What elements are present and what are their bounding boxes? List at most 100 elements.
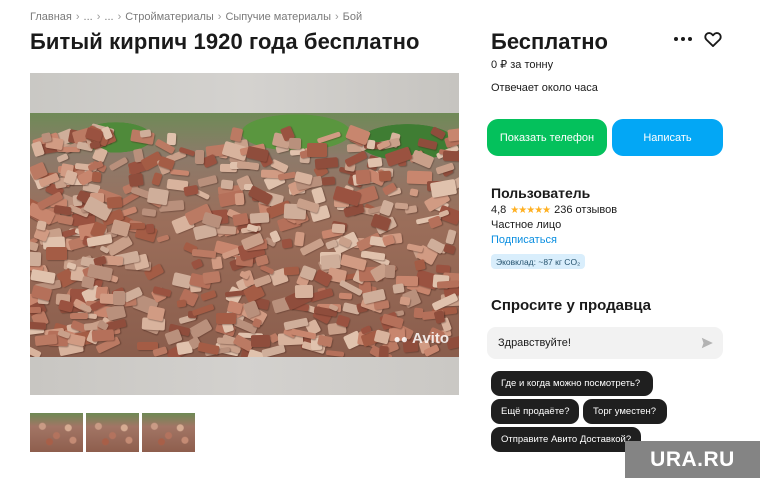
heart-icon[interactable]	[703, 29, 723, 49]
brick-fragment	[108, 157, 128, 172]
brick-fragment	[378, 345, 389, 357]
brick-fragment	[191, 303, 215, 317]
seller-name[interactable]: Пользователь	[491, 185, 590, 201]
brick-fragment	[202, 270, 221, 284]
reviews-count: 236 отзывов	[554, 204, 618, 216]
brick-fragment	[176, 299, 187, 309]
brick-fragment	[442, 150, 459, 162]
show-phone-button[interactable]: Показать телефон	[487, 119, 607, 156]
avito-watermark: ●● Avito	[394, 330, 449, 347]
brick-fragment	[220, 179, 234, 190]
brick-fragment	[367, 156, 384, 169]
brick-fragment	[391, 282, 405, 294]
quick-question-chip[interactable]: Где и когда можно посмотреть?	[491, 371, 653, 396]
brick-fragment	[355, 169, 370, 185]
thumbnail-1[interactable]	[30, 413, 83, 452]
brick-fragment	[187, 318, 213, 340]
price-title: Бесплатно	[491, 29, 608, 54]
write-message-button[interactable]: Написать	[612, 119, 723, 156]
brick-fragment	[338, 292, 352, 300]
rating-stars-icon: ★★★★★	[510, 204, 551, 216]
brick-fragment	[80, 275, 95, 290]
breadcrumb-ellipsis-2[interactable]: ...	[104, 11, 113, 23]
breadcrumb-separator: ›	[334, 11, 339, 23]
breadcrumb-home[interactable]: Главная	[30, 11, 72, 23]
brick-fragment	[234, 192, 245, 205]
brick-fragment	[141, 207, 156, 217]
brick-fragment	[253, 274, 273, 289]
brick-fragment	[156, 234, 170, 243]
brick-fragment	[295, 284, 314, 299]
breadcrumb-building-materials[interactable]: Стройматериалы	[125, 11, 214, 23]
brick-fragment	[254, 254, 269, 266]
brick-fragment	[139, 129, 152, 138]
breadcrumb-bulk-materials[interactable]: Сыпучие материалы	[225, 11, 331, 23]
brick-fragment	[429, 126, 446, 141]
brick-fragment	[30, 251, 42, 266]
brick-fragment	[378, 170, 392, 182]
breadcrumb-ellipsis-1[interactable]: ...	[84, 11, 93, 23]
brick-fragment	[169, 169, 189, 177]
brick-fragment	[446, 128, 459, 142]
message-input[interactable]	[487, 327, 723, 359]
brick-fragment	[259, 264, 275, 276]
brick-fragment	[91, 171, 101, 183]
brick-fragment	[56, 152, 69, 163]
brick-fragment	[196, 175, 218, 188]
rating-value: 4,8	[491, 204, 507, 216]
brick-fragment	[366, 139, 376, 150]
brick-fragment	[195, 150, 205, 165]
brick-fragment	[321, 175, 335, 186]
brick-fragment	[46, 246, 67, 260]
eco-contribution-badge[interactable]: Эковклад: ~87 кг CO₂	[491, 254, 586, 269]
seller-type: Частное лицо	[491, 219, 562, 231]
brick-fragment	[283, 266, 300, 277]
brick-fragment	[215, 313, 236, 325]
brick-fragment	[250, 212, 271, 224]
response-time: Отвечает около часа	[491, 82, 598, 94]
brick-fragment	[30, 306, 41, 313]
thumbnail-3[interactable]	[142, 413, 195, 452]
thumbnail-strip	[30, 413, 195, 452]
brick-fragment	[314, 156, 339, 169]
listing-title: Битый кирпич 1920 года бесплатно	[30, 29, 420, 54]
breadcrumb-separator: ›	[96, 11, 101, 23]
quick-question-chip[interactable]: Отправите Авито Доставкой?	[491, 427, 641, 452]
quick-question-chip[interactable]: Торг уместен?	[583, 399, 667, 424]
brick-fragment	[112, 291, 126, 305]
brick-fragment	[384, 146, 412, 167]
ura-ru-watermark-logo: URA.RU	[625, 441, 760, 478]
brick-pile-image	[30, 113, 459, 357]
avito-dots-icon: ●●	[393, 331, 409, 346]
brick-fragment	[307, 142, 328, 158]
thumbnail-2[interactable]	[86, 413, 139, 452]
brick-fragment	[345, 124, 371, 145]
avito-watermark-text: Avito	[412, 330, 449, 347]
brick-fragment	[151, 172, 163, 186]
brick-fragment	[281, 238, 293, 250]
brick-fragment	[200, 289, 217, 302]
subscribe-link[interactable]: Подписаться	[491, 234, 557, 246]
photo-blur-top	[30, 73, 459, 113]
brick-fragment	[190, 258, 204, 270]
brick-fragment	[409, 188, 420, 197]
quick-question-chip[interactable]: Ещё продаёте?	[491, 399, 579, 424]
brick-fragment	[106, 196, 124, 209]
send-icon[interactable]	[700, 336, 714, 350]
brick-fragment	[430, 179, 458, 199]
brick-fragment	[211, 256, 223, 270]
breadcrumb-separator: ›	[75, 11, 80, 23]
main-photo[interactable]: ●● Avito	[30, 73, 459, 395]
brick-fragment	[145, 223, 154, 234]
brick-fragment	[413, 259, 426, 271]
brick-fragment	[128, 172, 144, 187]
brick-fragment	[30, 240, 40, 252]
brick-fragment	[146, 187, 170, 205]
breadcrumb-scrap[interactable]: Бой	[343, 11, 362, 23]
seller-rating[interactable]: 4,8 ★★★★★ 236 отзывов	[491, 204, 617, 216]
brick-fragment	[445, 228, 457, 245]
brick-fragment	[250, 334, 271, 348]
brick-fragment	[146, 305, 165, 322]
price-per-ton: 0 ₽ за тонну	[491, 59, 554, 71]
more-dots-icon[interactable]	[674, 34, 692, 44]
